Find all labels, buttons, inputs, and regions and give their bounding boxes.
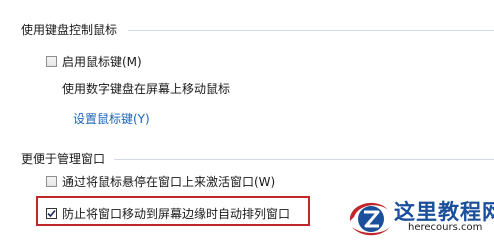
activate-on-hover-checkbox[interactable] xyxy=(46,176,57,187)
window-section-heading: 更便于管理窗口 xyxy=(21,152,106,166)
enable-mouse-keys-row[interactable]: 启用鼠标键(M) xyxy=(46,53,142,70)
activate-on-hover-label[interactable]: 通过将鼠标悬停在窗口上来激活窗口(W) xyxy=(62,173,275,190)
prevent-auto-arrange-label[interactable]: 防止将窗口移动到屏幕边缘时自动排列窗口 xyxy=(62,205,290,222)
section-divider xyxy=(128,30,494,31)
keyboard-section-heading: 使用键盘控制鼠标 xyxy=(21,23,118,37)
setup-mouse-keys-link[interactable]: 设置鼠标键(Y) xyxy=(73,110,150,127)
prevent-auto-arrange-checkbox[interactable] xyxy=(46,208,57,219)
enable-mouse-keys-label[interactable]: 启用鼠标键(M) xyxy=(62,53,142,70)
mouse-keys-description: 使用数字键盘在屏幕上移动鼠标 xyxy=(62,82,231,96)
activate-on-hover-row[interactable]: 通过将鼠标悬停在窗口上来激活窗口(W) xyxy=(46,173,275,190)
prevent-auto-arrange-row[interactable]: 防止将窗口移动到屏幕边缘时自动排列窗口 xyxy=(46,205,290,222)
watermark: 这里教程网 herecours.com xyxy=(346,196,494,240)
z-logo-icon xyxy=(349,202,390,236)
checkmark-icon xyxy=(47,209,56,218)
section-divider xyxy=(114,159,494,160)
enable-mouse-keys-checkbox[interactable] xyxy=(46,56,57,67)
watermark-url: herecours.com xyxy=(408,222,483,233)
